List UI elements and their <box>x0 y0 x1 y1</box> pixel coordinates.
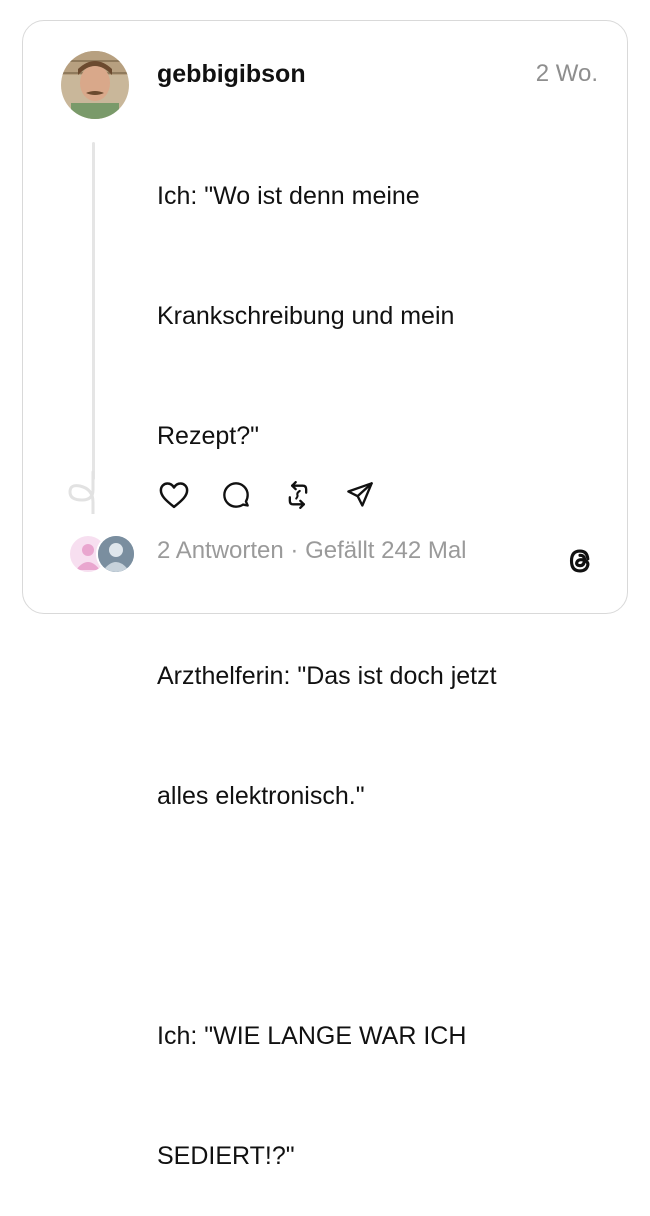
username[interactable]: gebbigibson <box>157 60 306 89</box>
reply-avatar <box>96 534 136 574</box>
likes-link[interactable]: Gefällt 242 Mal <box>305 537 466 564</box>
post-text-line: Ich: "WIE LANGE WAR ICH <box>157 1022 467 1050</box>
thread-curl-icon <box>68 470 95 514</box>
post-text: Ich: "Wo ist denn meine Krankschreibung … <box>157 96 577 1216</box>
threads-logo-icon <box>569 549 590 573</box>
stats-separator: · <box>290 537 299 564</box>
post-text-line <box>157 896 577 936</box>
comment-icon <box>223 482 249 508</box>
heart-icon <box>159 482 189 509</box>
post-text-line: Krankschreibung und mein <box>157 302 455 330</box>
share-button[interactable] <box>343 478 377 512</box>
post-text-line: Arzthelferin: "Das ist doch jetzt <box>157 662 497 690</box>
post-text-line: SEDIERT!?" <box>157 1142 295 1170</box>
comment-button[interactable] <box>219 478 253 512</box>
timestamp: 2 Wo. <box>535 60 598 87</box>
post-text-line: Ich: "Wo ist denn meine <box>157 182 420 210</box>
post-stats: 2 Antworten · Gefällt 242 Mal <box>157 537 467 565</box>
like-button[interactable] <box>157 478 191 512</box>
repost-icon <box>288 481 308 509</box>
thread-line <box>92 142 95 480</box>
repost-button[interactable] <box>281 478 315 512</box>
action-bar <box>157 478 377 512</box>
reply-avatars[interactable] <box>68 534 138 574</box>
replies-link[interactable]: 2 Antworten <box>157 537 284 564</box>
avatar[interactable] <box>61 51 129 119</box>
share-icon <box>347 482 373 507</box>
post-text-line: alles elektronisch." <box>157 782 365 810</box>
post-text-line: Rezept?" <box>157 422 259 450</box>
